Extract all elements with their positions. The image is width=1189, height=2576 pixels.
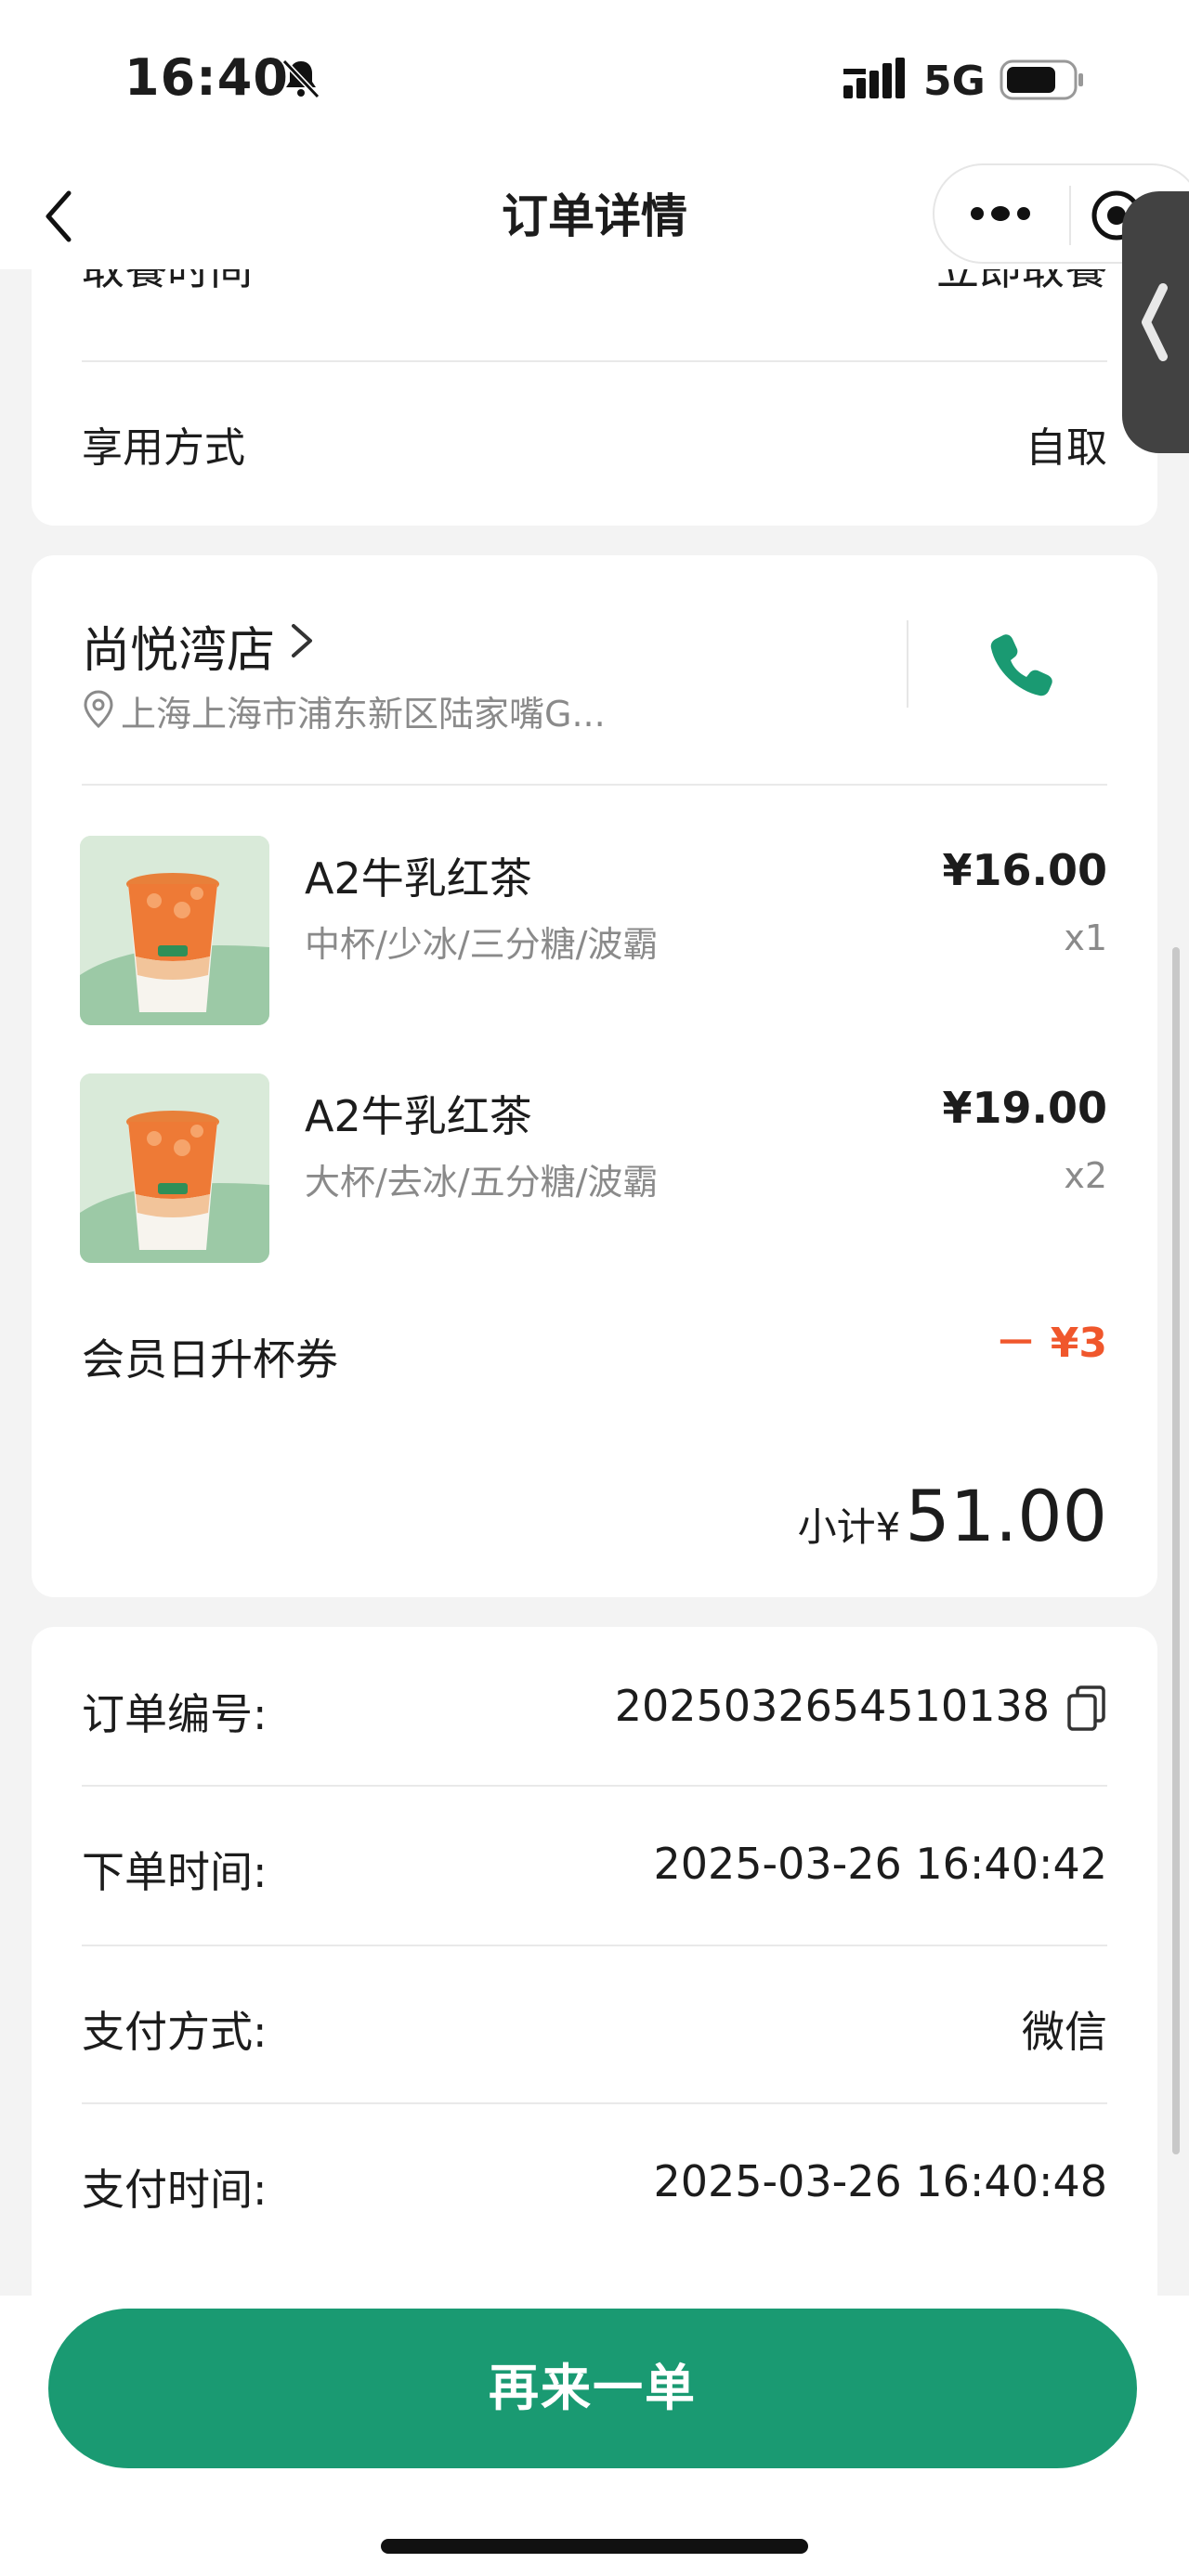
milk-tea-cup-icon bbox=[80, 1073, 269, 1263]
divider bbox=[82, 360, 1107, 362]
product-spec: 大杯/去冰/五分糖/波霸 bbox=[305, 1162, 659, 1203]
divider bbox=[82, 784, 1107, 786]
order-number-value: 2025032654510138 bbox=[614, 1681, 1050, 1731]
divider bbox=[82, 1785, 1107, 1787]
subtotal: 小计¥ 51.00 bbox=[798, 1475, 1107, 1557]
store-name[interactable]: 尚悦湾店 bbox=[82, 611, 275, 681]
location-pin-icon bbox=[84, 690, 113, 729]
store-address: 上海上海市浦东新区陆家嘴G... bbox=[121, 694, 606, 735]
product-spec: 中杯/少冰/三分糖/波霸 bbox=[305, 924, 659, 965]
product-qty: x2 bbox=[1064, 1155, 1107, 1196]
milk-tea-cup-icon bbox=[80, 836, 269, 1025]
phone-icon[interactable] bbox=[983, 626, 1057, 700]
divider bbox=[907, 620, 908, 708]
bottom-bar: 再来一单 bbox=[0, 2296, 1189, 2576]
status-time: 16:40 bbox=[124, 48, 289, 107]
product-name: A2牛乳红茶 bbox=[305, 853, 532, 904]
pickup-method-value: 自取 bbox=[1026, 424, 1107, 472]
payment-time-value: 2025-03-26 16:40:48 bbox=[653, 2156, 1107, 2206]
product-image bbox=[80, 836, 269, 1025]
order-time-row: 下单时间: 2025-03-26 16:40:42 bbox=[82, 1826, 1107, 1900]
subtotal-value: 51.00 bbox=[905, 1475, 1107, 1557]
nav-bar: 订单详情 bbox=[0, 158, 1189, 269]
status-bar: 16:40 5G bbox=[0, 0, 1189, 158]
divider bbox=[1069, 186, 1071, 245]
scrollbar[interactable] bbox=[1172, 947, 1180, 2154]
product-price: ¥19.00 bbox=[942, 1083, 1107, 1133]
order-items-card: 尚悦湾店 上海上海市浦东新区陆家嘴G... A2牛乳红茶 中杯/少冰/三分糖/波… bbox=[32, 555, 1157, 1597]
order-info-card: 订单编号: 2025032654510138 下单时间: 2025-03-26 … bbox=[32, 1627, 1157, 2296]
battery-icon bbox=[1000, 59, 1083, 100]
coupon-label: 会员日升杯券 bbox=[82, 1334, 338, 1385]
product-qty: x1 bbox=[1064, 917, 1107, 958]
pickup-method-label: 享用方式 bbox=[82, 424, 245, 472]
payment-time-row: 支付时间: 2025-03-26 16:40:48 bbox=[82, 2143, 1107, 2218]
order-time-label: 下单时间: bbox=[82, 1847, 268, 1897]
network-type: 5G bbox=[923, 58, 986, 105]
order-number-row: 订单编号: 2025032654510138 bbox=[82, 1668, 1107, 1742]
coupon-value: － ¥3 bbox=[995, 1320, 1107, 1367]
product-image bbox=[80, 1073, 269, 1263]
more-icon[interactable] bbox=[968, 193, 1033, 234]
bell-slash-icon bbox=[281, 59, 320, 99]
copy-icon[interactable] bbox=[1066, 1685, 1107, 1733]
subtotal-label: 小计¥ bbox=[797, 1504, 901, 1550]
payment-time-label: 支付时间: bbox=[82, 2165, 268, 2215]
product-price: ¥16.00 bbox=[942, 845, 1107, 895]
side-drawer-tab[interactable] bbox=[1122, 191, 1189, 453]
product-name: A2牛乳红茶 bbox=[305, 1091, 532, 1141]
payment-method-label: 支付方式: bbox=[82, 2007, 268, 2057]
order-time-value: 2025-03-26 16:40:42 bbox=[653, 1839, 1107, 1889]
chevron-right-icon bbox=[292, 624, 312, 657]
signal-icon bbox=[843, 58, 905, 98]
divider bbox=[82, 2102, 1107, 2104]
order-number-label: 订单编号: bbox=[82, 1689, 268, 1739]
payment-method-value: 微信 bbox=[1022, 2007, 1107, 2057]
divider bbox=[82, 1945, 1107, 1946]
reorder-button[interactable]: 再来一单 bbox=[48, 2309, 1137, 2468]
chevron-left-icon bbox=[1142, 283, 1168, 361]
payment-method-row: 支付方式: 微信 bbox=[82, 1985, 1107, 2060]
home-indicator bbox=[381, 2539, 808, 2554]
